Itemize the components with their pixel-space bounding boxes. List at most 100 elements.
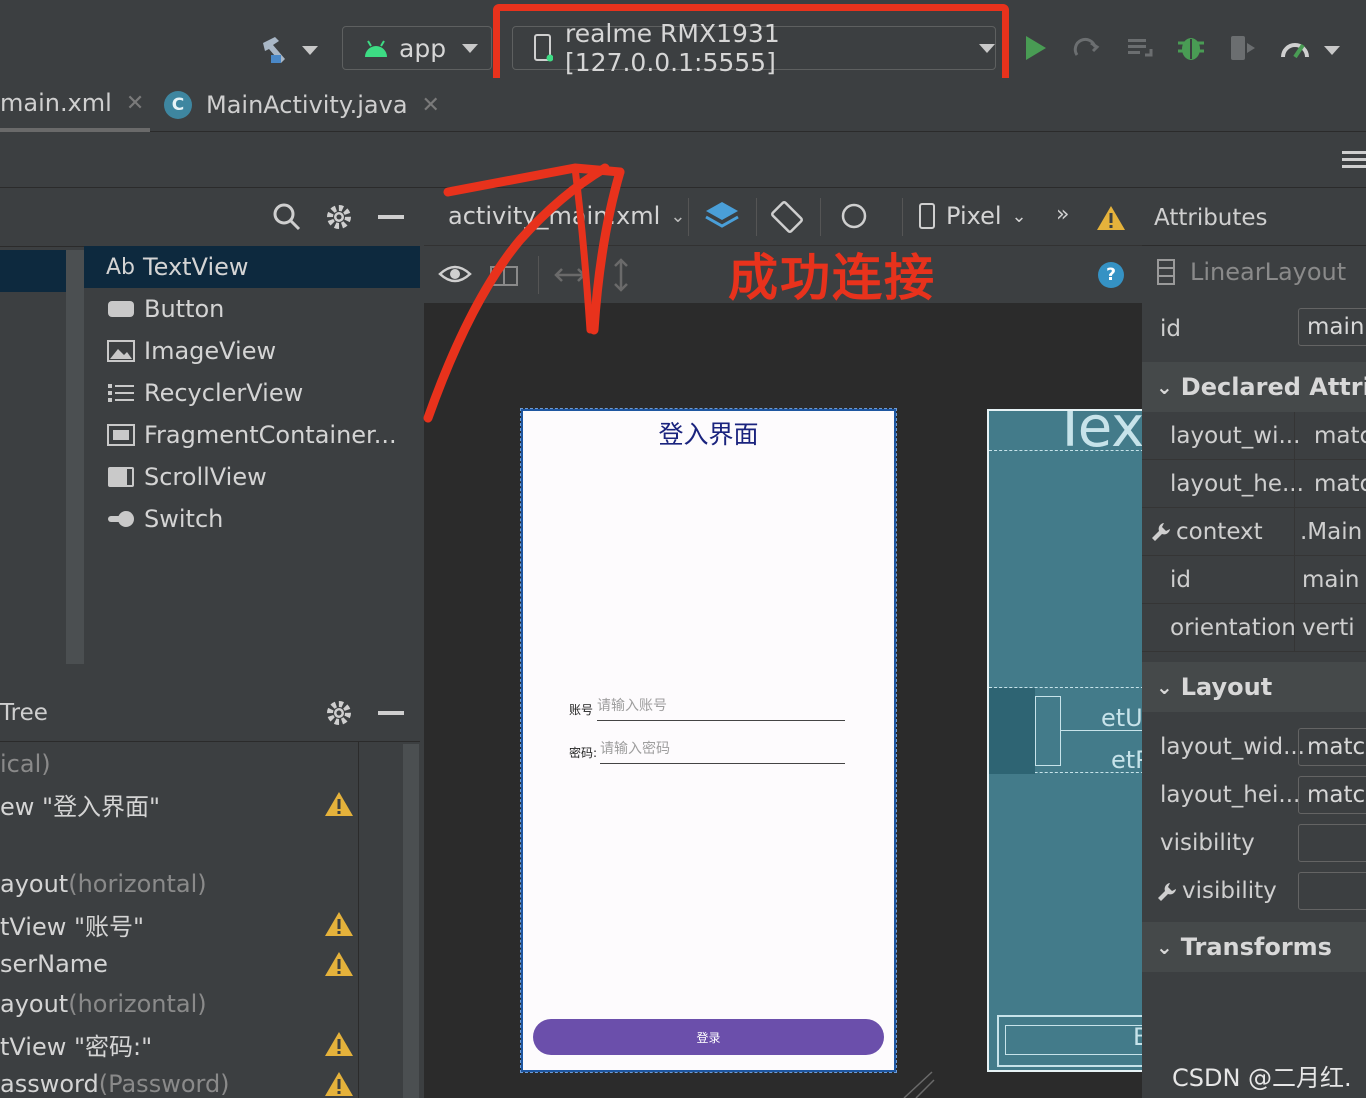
blueprint-toggle-icon[interactable] bbox=[490, 264, 518, 288]
attribute-row[interactable]: layout_he... matc bbox=[1142, 460, 1366, 508]
attribute-row[interactable]: layout_wi... matc bbox=[1142, 412, 1366, 460]
menu-icon[interactable] bbox=[1342, 148, 1366, 172]
warning-icon[interactable] bbox=[324, 950, 354, 978]
section-title: Transforms bbox=[1180, 933, 1332, 961]
warning-icon[interactable] bbox=[324, 1070, 354, 1098]
component-tree-header: Tree bbox=[0, 688, 420, 742]
palette-item-textview[interactable]: Ab TextView bbox=[84, 246, 420, 288]
visibility-field[interactable] bbox=[1298, 824, 1366, 862]
profiler-icon[interactable] bbox=[1278, 32, 1312, 64]
apply-code-changes-icon[interactable] bbox=[1124, 32, 1156, 64]
transforms-section[interactable]: ⌄ Transforms bbox=[1142, 922, 1366, 972]
gear-icon[interactable] bbox=[324, 202, 354, 232]
layout-attribute-row: visibility bbox=[1142, 820, 1366, 868]
hammer-icon[interactable] bbox=[256, 32, 292, 68]
tree-row[interactable]: ayout (horizontal) bbox=[0, 864, 207, 904]
android-icon bbox=[363, 39, 389, 57]
module-selector[interactable]: app bbox=[342, 26, 492, 70]
warning-icon[interactable] bbox=[324, 1030, 354, 1058]
palette-item-label: ImageView bbox=[144, 337, 277, 365]
palette-item-button[interactable]: Button bbox=[84, 288, 420, 330]
gear-icon[interactable] bbox=[324, 698, 354, 728]
tree-row[interactable]: assword (Password) bbox=[0, 1064, 230, 1098]
declared-attributes-section[interactable]: ⌄ Declared Attrib bbox=[1142, 362, 1366, 412]
blueprint-button: B bbox=[997, 1015, 1145, 1067]
blueprint-title-text: Tex bbox=[1053, 411, 1145, 451]
divider bbox=[538, 256, 539, 294]
close-icon[interactable]: ✕ bbox=[126, 91, 144, 116]
layout-height-field[interactable]: matc bbox=[1298, 776, 1366, 814]
attribute-row[interactable]: orientation verti bbox=[1142, 604, 1366, 652]
attribute-name: layout_he... bbox=[1170, 470, 1304, 497]
chevron-down-icon: ⌄ bbox=[1156, 675, 1173, 699]
tree-row[interactable]: serName bbox=[0, 944, 108, 984]
minimize-icon[interactable] bbox=[378, 215, 404, 219]
category-selected[interactable] bbox=[0, 250, 68, 292]
palette-item-scrollview[interactable]: ScrollView bbox=[84, 456, 420, 498]
tree-row[interactable]: ayout (horizontal) bbox=[0, 984, 207, 1024]
debug-icon[interactable] bbox=[1174, 30, 1208, 64]
attributes-header: Attributes bbox=[1142, 188, 1366, 246]
layout-file-label: activity_main.xml bbox=[448, 202, 661, 230]
layout-section[interactable]: ⌄ Layout bbox=[1142, 662, 1366, 712]
resize-handle-icon[interactable] bbox=[900, 1070, 936, 1098]
attribute-row[interactable]: context .Main bbox=[1142, 508, 1366, 556]
horizontal-resize-icon[interactable] bbox=[554, 264, 586, 286]
scrollview-icon bbox=[106, 465, 136, 489]
attribute-name: layout_wid... bbox=[1160, 734, 1305, 760]
tools-visibility-field[interactable] bbox=[1298, 872, 1366, 910]
username-field[interactable]: 请输入账号 bbox=[597, 695, 845, 721]
scrollbar[interactable] bbox=[403, 744, 419, 1098]
blueprint-preview[interactable]: Tex etU etP B bbox=[987, 409, 1147, 1072]
device-preview-selector[interactable]: Pixel ⌄ bbox=[918, 202, 1027, 230]
eye-icon[interactable] bbox=[438, 260, 472, 290]
scrollbar[interactable] bbox=[66, 250, 84, 664]
palette-item-label: Button bbox=[144, 295, 225, 323]
night-mode-icon[interactable] bbox=[838, 200, 872, 234]
minimize-icon[interactable] bbox=[378, 711, 404, 715]
component-tree-panel: Tree ical) ew "登入界面" ayout (horizontal) … bbox=[0, 688, 420, 1098]
layers-icon[interactable] bbox=[704, 200, 740, 234]
tree-row[interactable]: tView "密码:" bbox=[0, 1024, 152, 1064]
attribute-value: main bbox=[1302, 566, 1360, 593]
blueprint-button-inner bbox=[1005, 1025, 1145, 1055]
warning-icon[interactable] bbox=[324, 790, 354, 818]
tree-row[interactable]: tView "账号" bbox=[0, 904, 144, 944]
attribute-row[interactable]: id main bbox=[1142, 556, 1366, 604]
apply-changes-restart-icon[interactable] bbox=[1070, 32, 1102, 64]
annotation-text: 成功连接 bbox=[728, 249, 936, 307]
layout-file-selector[interactable]: activity_main.xml ⌄ bbox=[448, 202, 685, 230]
palette-panel: Ab TextView Button ImageView RecyclerVie… bbox=[0, 188, 420, 678]
orientation-icon[interactable] bbox=[770, 200, 804, 234]
profiler-dropdown-chevron-icon[interactable] bbox=[1322, 40, 1342, 60]
login-button[interactable]: 登录 bbox=[533, 1019, 884, 1055]
attribute-name: id bbox=[1170, 566, 1191, 593]
warning-icon[interactable] bbox=[1096, 204, 1126, 232]
tab-activity-main-xml[interactable]: main.xml ✕ bbox=[0, 78, 150, 132]
palette-item-imageview[interactable]: ImageView bbox=[84, 330, 420, 372]
tab-label: main.xml bbox=[0, 89, 112, 117]
warning-icon[interactable] bbox=[324, 910, 354, 938]
run-icon[interactable] bbox=[1022, 34, 1050, 62]
palette-item-recyclerview[interactable]: RecyclerView bbox=[84, 372, 420, 414]
phone-preview[interactable]: 登入界面 账号 请输入账号 密码: 请输入密码 登录 bbox=[520, 408, 897, 1073]
password-field[interactable]: 请输入密码 bbox=[600, 738, 845, 764]
search-icon[interactable] bbox=[272, 202, 302, 232]
more-options-icon[interactable]: » bbox=[1056, 202, 1069, 227]
build-dropdown-chevron-icon[interactable] bbox=[300, 40, 320, 60]
section-title: Layout bbox=[1180, 673, 1273, 701]
palette-item-fragmentcontainer[interactable]: FragmentContainer... bbox=[84, 414, 420, 456]
tree-row[interactable]: ew "登入界面" bbox=[0, 784, 160, 824]
palette-item-switch[interactable]: Switch bbox=[84, 498, 420, 540]
tab-mainactivity-java[interactable]: C MainActivity.java ✕ bbox=[164, 78, 444, 132]
attach-debugger-icon[interactable] bbox=[1226, 32, 1260, 64]
tree-row[interactable]: ical) bbox=[0, 744, 51, 784]
id-field[interactable]: main bbox=[1298, 308, 1366, 346]
vertical-resize-icon[interactable] bbox=[610, 258, 632, 292]
help-icon[interactable]: ? bbox=[1098, 262, 1124, 288]
tree-row-label: ayout bbox=[0, 870, 69, 898]
wrench-icon bbox=[1158, 883, 1176, 901]
close-icon[interactable]: ✕ bbox=[422, 93, 440, 118]
layout-width-field[interactable]: matc bbox=[1298, 728, 1366, 766]
divider bbox=[902, 198, 903, 236]
